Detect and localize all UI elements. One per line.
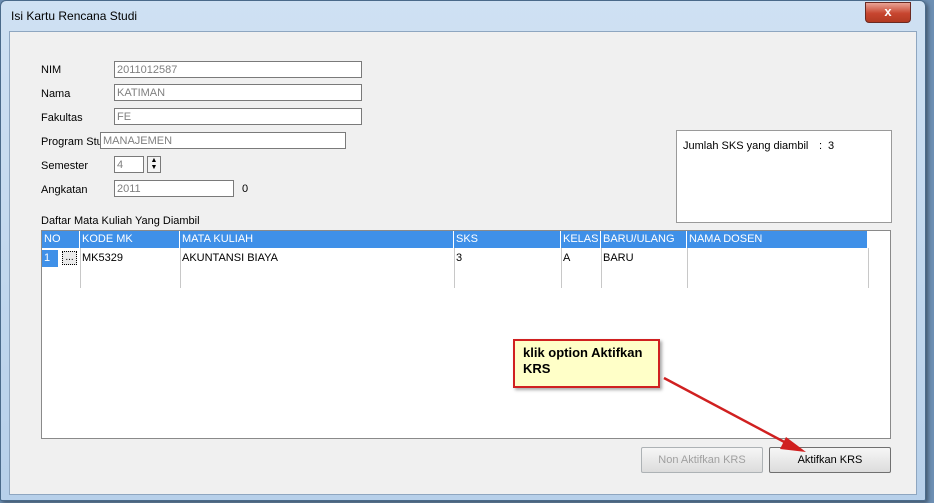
arrow-line	[663, 376, 791, 447]
arrow-head-icon	[780, 437, 806, 452]
annotation-arrow	[663, 376, 806, 452]
